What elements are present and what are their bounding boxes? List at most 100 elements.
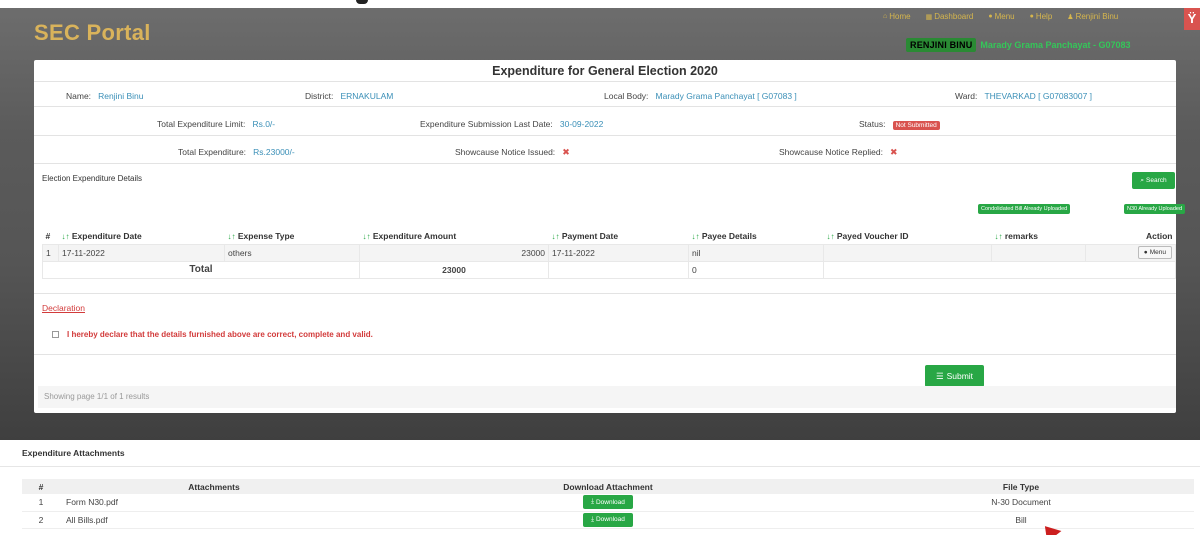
user-avatar-badge[interactable]: Ÿ: [1184, 8, 1200, 30]
col-expense-type[interactable]: ↓↑ Expense Type: [225, 228, 360, 244]
cell-date: 17-11-2022: [58, 243, 225, 262]
sort-icon: ↓↑: [61, 231, 70, 241]
col-voucher-id[interactable]: ↓↑ Payed Voucher ID: [824, 228, 992, 244]
expenditure-panel: Expenditure for General Election 2020 Na…: [34, 60, 1186, 413]
district-value: ERNAKULAM: [340, 91, 394, 101]
attachments-table: # Attachments Download Attachment File T…: [22, 479, 1194, 529]
cell-payment-date: 17-11-2022: [548, 243, 689, 262]
sort-icon: ↓↑: [227, 231, 236, 241]
divider: [34, 81, 1176, 82]
nav-home-link[interactable]: ⌂ Home: [883, 12, 911, 21]
cell-attachment-name: Form N30.pdf: [60, 494, 368, 512]
search-icon: ⌕: [1140, 176, 1145, 184]
notice-replied-field: Showcause Notice Replied: ✖: [779, 147, 898, 157]
col-expenditure-amount[interactable]: ↓↑ Expenditure Amount: [360, 228, 549, 244]
total-label: Total: [42, 260, 360, 279]
notice-issued-field: Showcause Notice Issued: ✖: [455, 147, 570, 157]
col-expenditure-date[interactable]: ↓↑ Expenditure Date: [59, 228, 225, 244]
cell-index: 1: [42, 243, 59, 262]
download-button[interactable]: ⤓ Download: [583, 512, 633, 527]
last-date-field: Expenditure Submission Last Date: 30-09-…: [420, 119, 604, 129]
cell-attachment-name: All Bills.pdf: [60, 511, 368, 529]
col-payee-details[interactable]: ↓↑ Payee Details: [689, 228, 824, 244]
local-body-label: Marady Grama Panchayat - G07083: [980, 40, 1131, 50]
nav-menu-link[interactable]: ● Menu: [988, 12, 1014, 21]
declaration-text: I hereby declare that the details furnis…: [67, 330, 373, 339]
table-row: 2 All Bills.pdf ⤓ Download Bill: [22, 511, 1194, 529]
user-icon: ♟: [1067, 13, 1074, 21]
col-file-type: File Type: [848, 479, 1194, 494]
cell-type: others: [224, 243, 360, 262]
cell-file-type: N-30 Document: [848, 494, 1194, 512]
local-body-field: Local Body: Marady Grama Panchayat [ G07…: [604, 91, 797, 101]
search-button[interactable]: ⌕ Search: [1132, 172, 1175, 189]
declaration-checkbox[interactable]: [52, 331, 59, 338]
user-info-line: RENJINI BINU Marady Grama Panchayat - G0…: [906, 38, 1131, 52]
col-attachments: Attachments: [60, 479, 368, 494]
notch-mark: [356, 0, 368, 4]
table-header-row: # Attachments Download Attachment File T…: [22, 479, 1194, 494]
cell-file-type: Bill: [848, 511, 1194, 529]
browser-top-strip: [0, 0, 1200, 8]
nav-help-link[interactable]: ● Help: [1030, 12, 1053, 21]
help-icon: ●: [1029, 13, 1034, 20]
row-menu-button[interactable]: ● Menu: [1137, 246, 1172, 259]
dashboard-icon: ▦: [925, 13, 933, 21]
sort-icon: ↓↑: [994, 231, 1003, 241]
panel-title: Expenditure for General Election 2020: [492, 64, 718, 78]
cross-icon: ✖: [890, 147, 898, 157]
name-field: Name: Renjini Binu: [66, 91, 144, 101]
divider: [34, 354, 1176, 355]
table-row: 1 Form N30.pdf ⤓ Download N-30 Document: [22, 494, 1194, 512]
status-badge: Not Submitted: [892, 121, 940, 130]
download-button[interactable]: ⤓ Download: [583, 495, 633, 510]
local-body-value: Marady Grama Panchayat [ G07083 ]: [655, 91, 797, 101]
col-download: Download Attachment: [368, 479, 848, 494]
total-empty: [548, 260, 689, 279]
nav-label: Dashboard: [934, 12, 974, 21]
submit-button[interactable]: ☰ Submit: [925, 365, 984, 387]
district-field: District: ERNAKULAM: [305, 91, 394, 101]
col-action: Action: [1146, 230, 1173, 241]
attachments-title: Expenditure Attachments: [22, 448, 125, 458]
table-header-row: # ↓↑ Expenditure Date ↓↑ Expense Type ↓↑…: [43, 228, 1176, 244]
cell-remarks: [991, 243, 1086, 262]
cell-voucher: [823, 243, 992, 262]
col-remarks[interactable]: ↓↑ remarks: [992, 228, 1086, 244]
col-payment-date[interactable]: ↓↑ Payment Date: [549, 228, 689, 244]
total-amount: 23000: [359, 260, 549, 279]
total-payee: 0: [688, 260, 824, 279]
expenditure-table: # ↓↑ Expenditure Date ↓↑ Expense Type ↓↑…: [42, 228, 1176, 279]
nav-user-link[interactable]: ♟ Renjini Binu: [1067, 12, 1118, 21]
declaration-title: Declaration: [42, 303, 85, 313]
divider: [34, 135, 1176, 136]
cell-amount: 23000: [359, 243, 549, 262]
sort-icon: ↓↑: [691, 231, 700, 241]
cross-icon: ✖: [562, 147, 570, 157]
n30-uploaded-badge: N30 Already Uploaded: [1124, 204, 1186, 214]
limit-value: Rs.0/-: [252, 119, 276, 129]
nav-dashboard-link[interactable]: ▦ Dashboard: [926, 12, 974, 21]
gear-icon: ●: [1143, 249, 1148, 256]
status-field: Status: Not Submitted: [859, 119, 940, 130]
table-row: 1 17-11-2022 others 23000 17-11-2022 nil…: [42, 243, 1176, 262]
name-value: Renjini Binu: [98, 91, 144, 101]
col-index: #: [22, 479, 60, 494]
app-title: SEC Portal: [34, 20, 151, 45]
divider: [0, 466, 1200, 467]
limit-field: Total Expenditure Limit: Rs.0/-: [157, 119, 276, 129]
total-expenditure-value: Rs.23000/-: [253, 147, 295, 157]
top-navigation: ⌂ Home ▦ Dashboard ● Menu ● Help ♟ Renjini Bi…: [883, 12, 1118, 21]
attachments-section: Expenditure Attachments # Attachments Do…: [0, 440, 1200, 535]
ward-value: THEVARKAD [ G07083007 ]: [984, 91, 1093, 101]
bill-uploaded-badge: Condolidated Bill Already Uploaded: [978, 204, 1071, 214]
cell-action: ● Menu: [1085, 243, 1176, 262]
nav-label: Help: [1035, 12, 1053, 21]
pagination-info: Showing page 1/1 of 1 results: [38, 386, 1176, 408]
menu-icon: ●: [988, 13, 993, 20]
section-label: Election Expenditure Details: [42, 174, 143, 183]
cell-index: 2: [22, 511, 60, 529]
download-icon: ⤓: [591, 498, 594, 506]
sort-icon: ↓↑: [826, 231, 835, 241]
user-name-badge: RENJINI BINU: [906, 38, 977, 52]
